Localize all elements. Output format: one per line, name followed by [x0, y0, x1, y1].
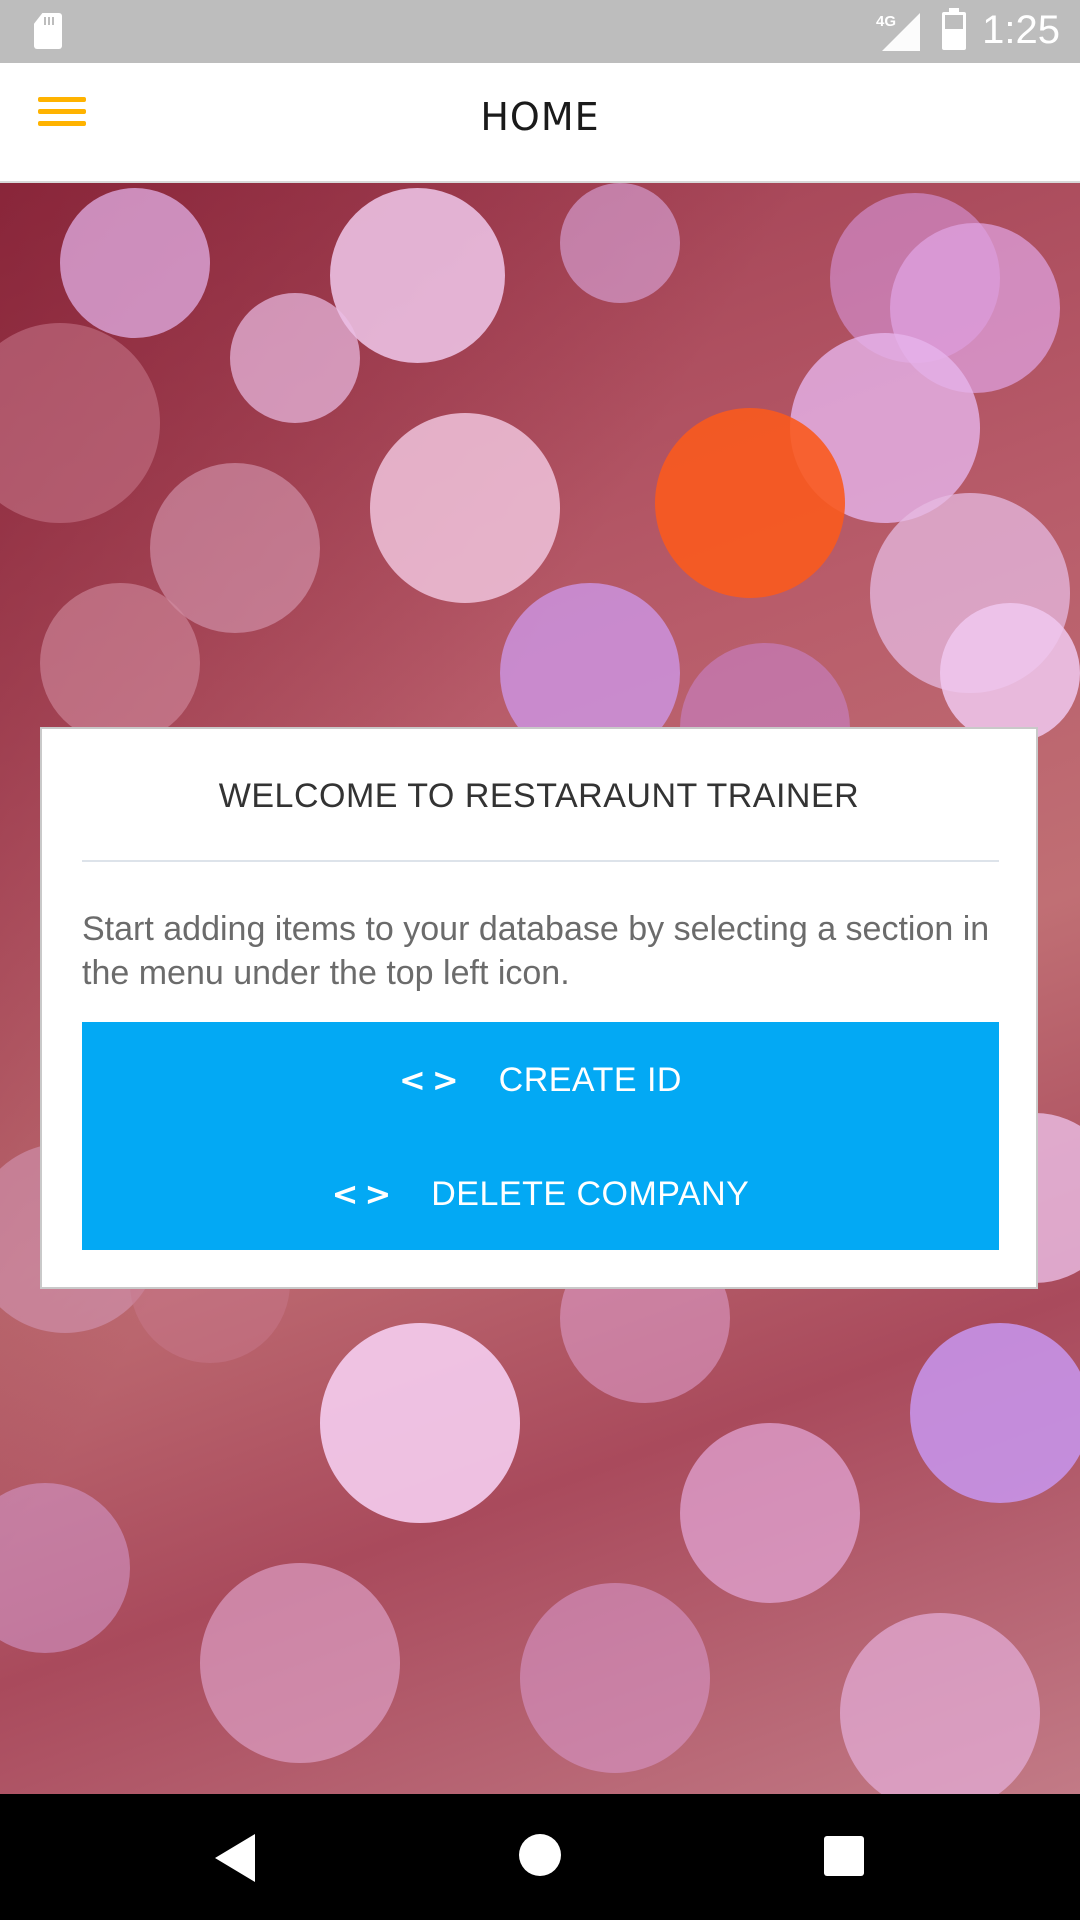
welcome-card: WELCOME TO RESTARAUNT TRAINER Start addi…: [40, 727, 1038, 1289]
card-title: WELCOME TO RESTARAUNT TRAINER: [218, 777, 860, 815]
card-description: Start adding items to your database by s…: [82, 910, 990, 992]
create-id-label: CREATE ID: [498, 1060, 682, 1099]
code-icon: <>: [399, 1061, 465, 1099]
code-icon: <>: [331, 1175, 398, 1213]
status-bar: 4G 1:25: [0, 0, 1080, 63]
delete-company-button[interactable]: <> DELETE COMPANY: [82, 1144, 999, 1244]
battery-icon: [942, 8, 966, 50]
delete-company-label: DELETE COMPANY: [431, 1174, 750, 1213]
app-bar: HOME: [0, 63, 1080, 183]
status-clock: 1:25: [982, 8, 1060, 52]
network-type-label: 4G: [876, 13, 897, 30]
back-icon[interactable]: [215, 1834, 255, 1882]
create-id-button[interactable]: <> CREATE ID: [82, 1030, 999, 1130]
navigation-bar: [0, 1794, 1080, 1920]
recents-icon[interactable]: [824, 1836, 864, 1876]
sd-card-icon: [34, 13, 62, 49]
card-divider: [82, 860, 999, 862]
button-panel: <> CREATE ID <> DELETE COMPANY: [82, 1022, 999, 1250]
page-title: HOME: [480, 95, 600, 139]
home-icon[interactable]: [519, 1834, 561, 1876]
